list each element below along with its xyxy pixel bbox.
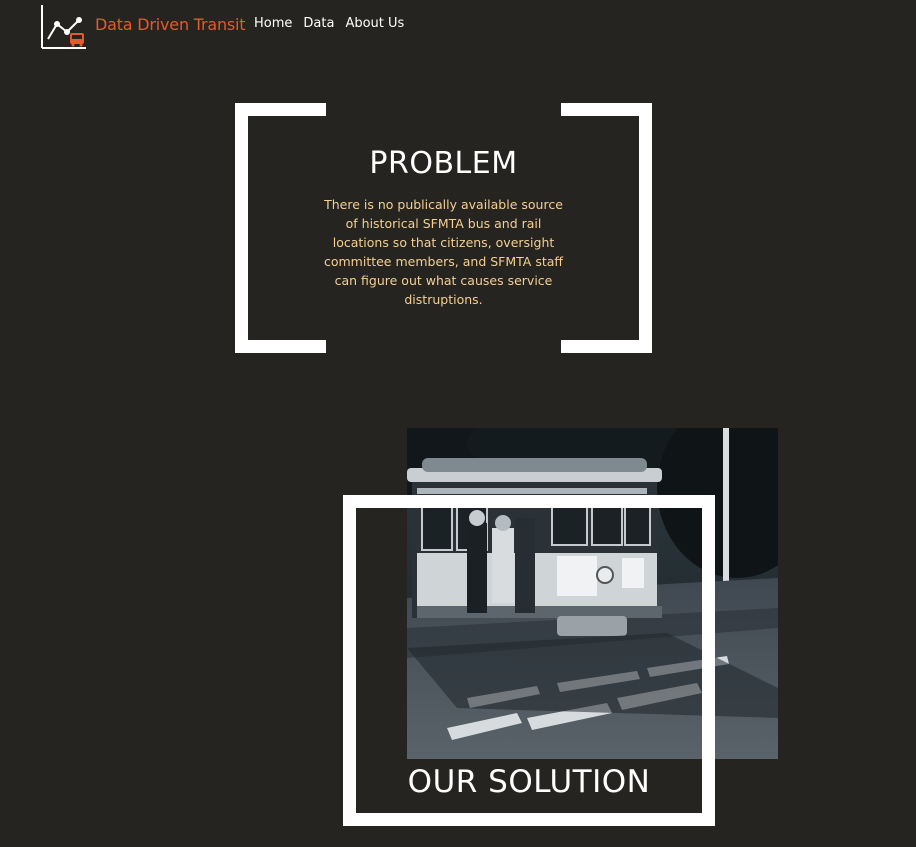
main-nav: Home Data About Us xyxy=(254,16,404,31)
problem-description: There is no publically available source … xyxy=(323,197,564,307)
nav-data[interactable]: Data xyxy=(303,16,334,31)
problem-title: PROBLEM xyxy=(369,146,518,181)
brand-link[interactable]: Data Driven Transit xyxy=(95,15,246,34)
nav-about-us[interactable]: About Us xyxy=(345,16,404,31)
problem-right-bracket xyxy=(561,103,652,353)
problem-left-bracket xyxy=(235,103,326,353)
line-chart-bus-icon[interactable] xyxy=(40,4,86,50)
solution-title: OUR SOLUTION xyxy=(407,764,651,800)
nav-home[interactable]: Home xyxy=(254,16,292,31)
page: Data Driven Transit Home Data About Us P… xyxy=(0,0,916,847)
